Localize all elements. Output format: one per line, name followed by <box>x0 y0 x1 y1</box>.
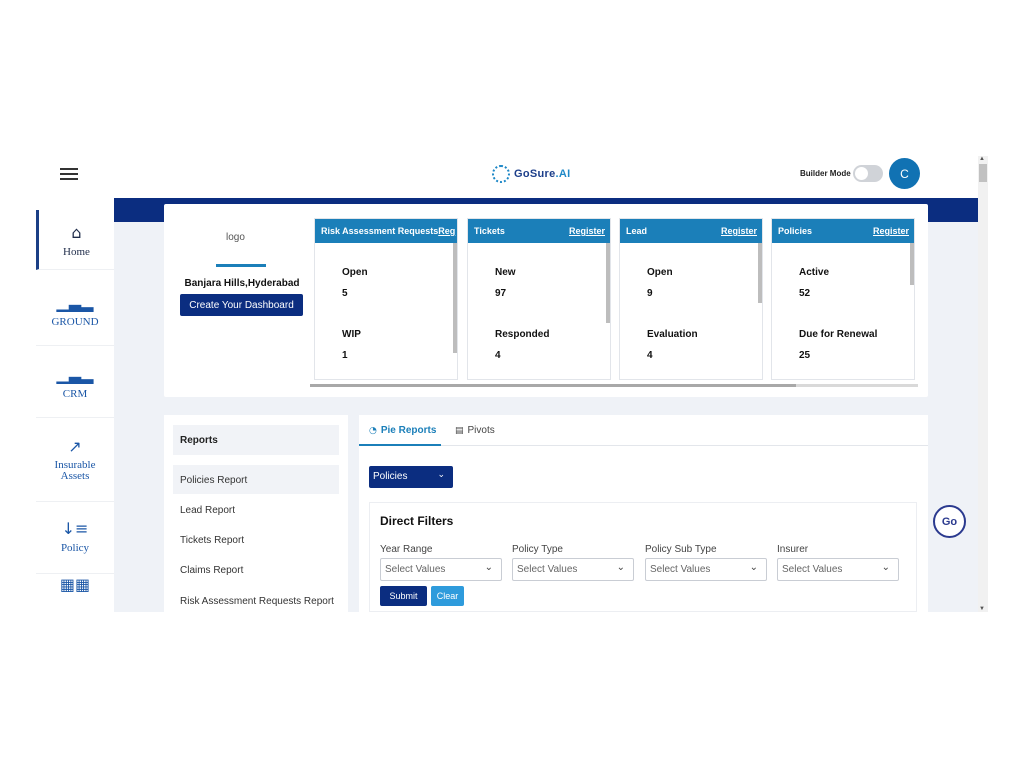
insurer-select[interactable]: Select Values ⌄ <box>777 558 899 581</box>
brand-globe-icon <box>492 165 510 183</box>
stat-label: WIP <box>342 329 361 340</box>
direct-filters: Direct Filters Year Range Select Values … <box>369 502 917 612</box>
stat-value: 25 <box>799 350 811 361</box>
card-header: Risk Assessment Requests Reg <box>315 219 457 243</box>
home-icon: ⌂ <box>71 223 82 242</box>
user-avatar[interactable]: C <box>889 158 920 189</box>
report-tabs: ◔ Pie Reports ▤ Pivots <box>359 415 928 446</box>
card-tickets: Tickets Register New 97 Responded 4 <box>467 218 611 380</box>
filter-label: Policy Sub Type <box>645 544 717 555</box>
card-scrollbar[interactable] <box>910 243 914 285</box>
sidebar-item-policy[interactable]: ↓≡ Policy <box>36 502 114 574</box>
chevron-down-icon: ⌄ <box>881 562 890 573</box>
card-header: Tickets Register <box>468 219 610 243</box>
card-header: Lead Register <box>620 219 762 243</box>
logo-divider <box>216 264 266 267</box>
report-item-policies[interactable]: Policies Report <box>173 465 339 494</box>
filter-label: Policy Type <box>512 544 563 555</box>
reports-title: Reports <box>173 425 339 455</box>
pie-chart-icon: ◔ <box>369 426 377 436</box>
sidebar-item-crm[interactable]: ▁▃▂ CRM <box>36 346 114 418</box>
sort-icon: ↓≡ <box>61 519 89 538</box>
branch-name: Banjara Hills,Hyderabad <box>184 278 300 289</box>
stat-label: Open <box>342 267 368 278</box>
grid-icon: ▦▦ <box>59 575 91 594</box>
filters-title: Direct Filters <box>380 514 454 528</box>
stat-label: Evaluation <box>647 329 698 340</box>
report-item-risk-assessment[interactable]: Risk Assessment Requests Report <box>173 586 339 612</box>
stat-label: Open <box>647 267 673 278</box>
card-scrollbar[interactable] <box>453 243 457 353</box>
document-icon: ▤ <box>455 426 464 436</box>
card-risk-assessment: Risk Assessment Requests Reg Open 5 WIP … <box>314 218 458 380</box>
sidebar-item-ground[interactable]: ▁▃▂ GROUND <box>36 274 114 346</box>
filter-label: Year Range <box>380 544 433 555</box>
menu-icon[interactable] <box>60 168 78 182</box>
chevron-down-icon: ⌄ <box>616 562 625 573</box>
builder-mode-label: Builder Mode <box>800 169 851 178</box>
cards-horizontal-scrollbar[interactable] <box>310 384 918 387</box>
card-lead: Lead Register Open 9 Evaluation 4 <box>619 218 763 380</box>
policy-type-select[interactable]: Select Values ⌄ <box>512 558 634 581</box>
assistant-launcher-icon[interactable]: Go <box>933 505 966 538</box>
builder-mode-toggle[interactable] <box>853 165 883 182</box>
policy-sub-type-select[interactable]: Select Values ⌄ <box>645 558 767 581</box>
register-link[interactable]: Register <box>873 226 909 236</box>
stat-label: Active <box>799 267 830 278</box>
active-tab-indicator <box>359 444 441 446</box>
sidebar-item-home[interactable]: ⌂ Home <box>36 210 114 270</box>
stat-value: 1 <box>342 350 348 361</box>
report-type-select[interactable]: Policies ⌄ <box>369 466 453 488</box>
broken-logo-image: logo <box>226 232 245 243</box>
stat-value: 4 <box>647 350 653 361</box>
scroll-up-icon[interactable]: ▲ <box>979 156 985 162</box>
top-bar: GoSure.AI Builder Mode C <box>36 156 988 198</box>
clear-button[interactable]: Clear <box>431 586 464 606</box>
report-view: ◔ Pie Reports ▤ Pivots Policies ⌄ Direct F… <box>359 415 928 612</box>
reports-list: Reports Policies Report Lead Report Tick… <box>164 415 348 612</box>
card-policies: Policies Register Active 52 Due for Rene… <box>771 218 915 380</box>
create-dashboard-button[interactable]: Create Your Dashboard <box>180 294 303 316</box>
sidebar-item-more[interactable]: ▦▦ <box>36 574 114 594</box>
summary-panel: logo Banjara Hills,Hyderabad Create Your… <box>164 204 928 397</box>
card-header: Policies Register <box>772 219 914 243</box>
register-link[interactable]: Reg <box>438 226 455 236</box>
trend-chart-icon: ↗ <box>68 437 82 456</box>
brand-logo: GoSure.AI <box>492 162 571 186</box>
chevron-down-icon: ⌄ <box>437 470 445 480</box>
register-link[interactable]: Register <box>569 226 605 236</box>
stat-value: 4 <box>495 350 501 361</box>
year-range-select[interactable]: Select Values ⌄ <box>380 558 502 581</box>
app-window: GoSure.AI Builder Mode C ⌂ Home ▁▃▂ GROU… <box>36 156 988 612</box>
card-scrollbar[interactable] <box>606 243 610 323</box>
sidebar-item-insurable-assets[interactable]: ↗ Insurable Assets <box>36 418 114 502</box>
report-item-claims[interactable]: Claims Report <box>173 555 339 584</box>
bar-chart-icon: ▁▃▂ <box>56 365 94 384</box>
stat-value: 9 <box>647 288 653 299</box>
report-item-tickets[interactable]: Tickets Report <box>173 525 339 554</box>
scroll-down-icon[interactable]: ▼ <box>979 606 985 612</box>
brand-text: GoSure.AI <box>514 168 571 180</box>
submit-button[interactable]: Submit <box>380 586 427 606</box>
chevron-down-icon: ⌄ <box>749 562 758 573</box>
tab-pie-reports[interactable]: ◔ Pie Reports <box>369 425 436 436</box>
tab-pivots[interactable]: ▤ Pivots <box>455 425 495 436</box>
report-item-lead[interactable]: Lead Report <box>173 495 339 524</box>
stat-label: Due for Renewal <box>799 329 878 340</box>
filter-label: Insurer <box>777 544 809 555</box>
bar-chart-icon: ▁▃▂ <box>56 293 94 312</box>
scrollbar-thumb[interactable] <box>979 164 987 182</box>
card-scrollbar[interactable] <box>758 243 762 303</box>
chevron-down-icon: ⌄ <box>484 562 493 573</box>
register-link[interactable]: Register <box>721 226 757 236</box>
sidebar: ⌂ Home ▁▃▂ GROUND ▁▃▂ CRM ↗ Insurable As… <box>36 196 114 594</box>
stat-label: New <box>495 267 516 278</box>
stat-value: 52 <box>799 288 811 299</box>
page-scrollbar[interactable]: ▲ ▼ <box>978 156 988 612</box>
stat-value: 5 <box>342 288 348 299</box>
stat-label: Responded <box>495 329 550 340</box>
stat-value: 97 <box>495 288 507 299</box>
